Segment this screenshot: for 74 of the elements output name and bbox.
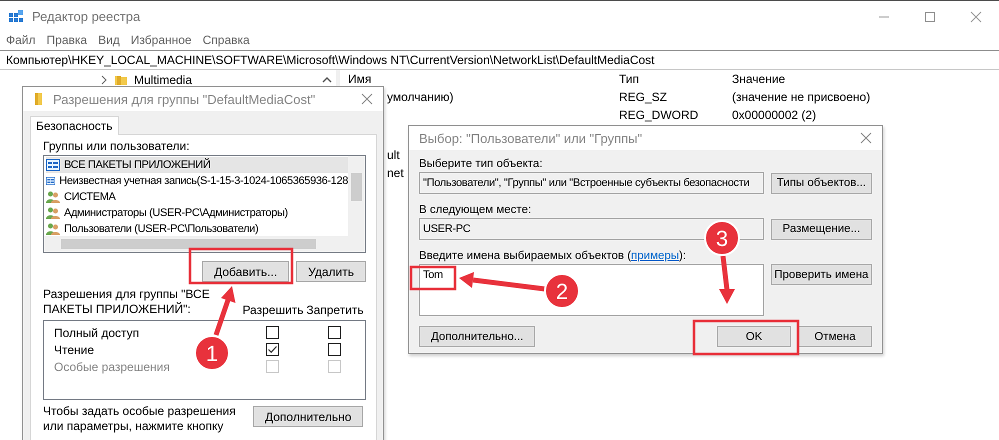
list-item[interactable]: ВСЕ ПАКЕТЫ ПРИЛОЖЕНИЙ [46, 157, 348, 173]
tab[interactable]: Безопасность [30, 116, 119, 135]
permission-name: Чтение [54, 342, 94, 356]
annotation-arrow [719, 256, 735, 304]
users-icon [46, 223, 60, 235]
names-label: Введите имена выбираемых объектов (примеры): [419, 250, 688, 262]
advanced-button[interactable]: Дополнительно [253, 406, 364, 427]
column-header: Запретить [305, 303, 365, 317]
checkbox[interactable] [266, 326, 278, 339]
close-icon[interactable] [361, 93, 373, 105]
value-type: REG_SZ [619, 90, 668, 104]
menu-item[interactable]: Избранное [130, 33, 192, 47]
users-icon [46, 191, 60, 203]
value-name: net [387, 166, 404, 180]
highlight-frame [410, 266, 456, 290]
annotation-arrow [214, 286, 236, 336]
menu-item[interactable]: Файл [6, 33, 36, 47]
menu-item[interactable]: Справка [202, 33, 250, 47]
menu-item[interactable]: Вид [98, 33, 120, 47]
ok-button[interactable]: OK [717, 326, 791, 347]
object-type-field[interactable]: "Пользователи", "Группы" или "Встроенные субъекты безопасности [419, 172, 764, 194]
registry-icon [8, 8, 24, 24]
chevron-icon[interactable] [100, 75, 108, 85]
location-label: В следующем месте: [419, 204, 532, 216]
window-title: Редактор реестра [32, 9, 140, 24]
dialog-title: Разрешения для группы "DefaultMediaCost" [53, 92, 316, 106]
list-item[interactable]: СИСТЕМА [46, 189, 348, 205]
list-item[interactable]: Администраторы (USER-PC\Администраторы) [46, 205, 348, 221]
scroll-up-icon[interactable] [322, 76, 332, 84]
value-data: (значение не присвоено) [732, 90, 870, 104]
object-type-label: Выберите тип объекта: [419, 158, 544, 170]
menu-item[interactable]: Правка [46, 33, 88, 47]
object-types-button[interactable]: Типы объектов... [770, 172, 872, 194]
advanced-button[interactable]: Дополнительно... [419, 326, 536, 347]
step-number-marker: 2 [544, 273, 580, 309]
horizontal-scrollbar[interactable] [44, 236, 365, 252]
remove-button[interactable]: Удалить [296, 261, 366, 282]
close-icon[interactable] [860, 132, 872, 144]
maximize-icon[interactable] [924, 10, 936, 22]
step-number-marker: 3 [704, 220, 740, 256]
column-header: Разрешить [242, 303, 304, 317]
column-header[interactable]: Тип [619, 72, 732, 86]
package-icon [46, 175, 56, 187]
tree-item[interactable]: Multimedia [134, 73, 192, 87]
list-item[interactable]: Пользователи (USER-PC\Пользователи) [46, 221, 348, 237]
list-item[interactable]: Неизвестная учетная запись(S-1-15-3-1024-1065365936-128 [46, 173, 348, 189]
check-names-button[interactable]: Проверить имена [770, 264, 872, 285]
column-header[interactable]: Имя [345, 72, 619, 86]
folder-icon [114, 73, 128, 87]
hint-text: Чтобы задать особые разрешения или параметры, нажмите кнопку [43, 404, 237, 434]
users-icon [46, 207, 60, 219]
checkbox[interactable] [328, 326, 340, 339]
examples-link[interactable]: примеры [631, 250, 680, 262]
address-bar[interactable]: Компьютер\HKEY_LOCAL_MACHINE\SOFTWARE\Microsoft\Windows NT\CurrentVersion\NetworkList\DefaultMediaCost [0, 50, 999, 70]
value-type: REG_DWORD [619, 108, 698, 122]
permission-name: Особые разрешения [54, 360, 170, 374]
value-data: 0x00000002 (2) [732, 108, 816, 122]
groups-label: Группы или пользователи: [43, 139, 191, 153]
locations-button[interactable]: Размещение... [770, 218, 872, 240]
checkbox[interactable] [266, 343, 278, 356]
column-header[interactable]: Значение [732, 72, 999, 86]
vertical-scrollbar[interactable] [348, 156, 365, 236]
permission-name: Полный доступ [54, 326, 140, 340]
folder-icon [33, 92, 45, 106]
value-name: умолчанию) [387, 90, 454, 104]
close-icon[interactable] [970, 10, 982, 22]
value-name: ult [387, 148, 400, 162]
checkbox[interactable] [328, 343, 340, 356]
dialog-title: Выбор: "Пользователи" или "Группы" [419, 130, 642, 146]
cancel-button[interactable]: Отмена [798, 326, 872, 347]
add-button[interactable]: Добавить... [202, 261, 290, 282]
permissions-label: Разрешения для группы "ВСЕ ПАКЕТЫ ПРИЛОЖЕНИЙ": [43, 287, 211, 317]
step-number-marker: 1 [194, 335, 230, 371]
package-icon [46, 159, 60, 171]
